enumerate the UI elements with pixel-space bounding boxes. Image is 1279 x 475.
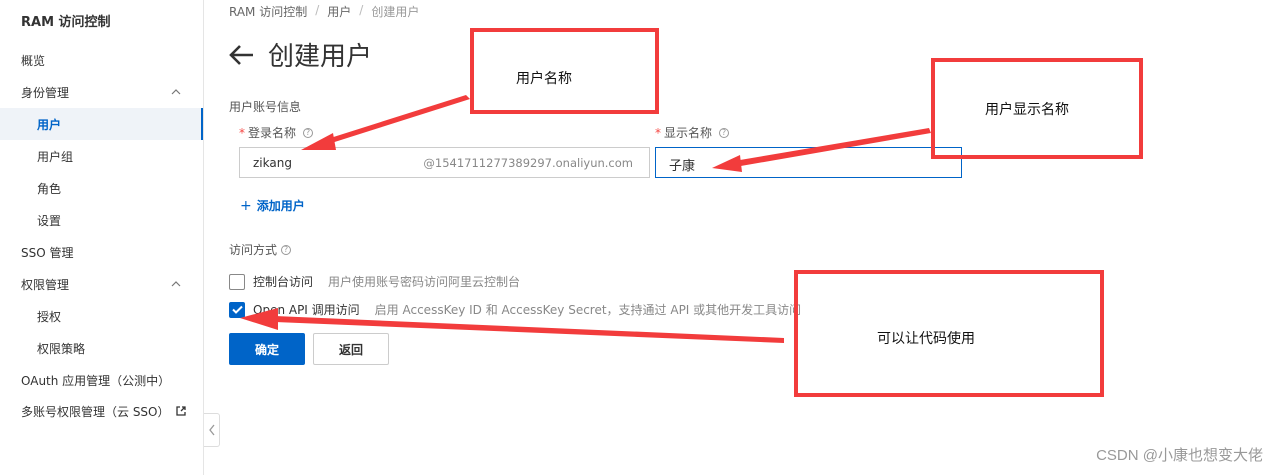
chevron-up-icon [171, 89, 181, 95]
sidebar-item-cloud-sso[interactable]: 多账号权限管理（云 SSO） [0, 395, 203, 427]
sidebar-item-settings[interactable]: 设置 [0, 204, 203, 236]
display-name-value: 子康 [669, 159, 696, 174]
sidebar-item-users[interactable]: 用户 [0, 108, 203, 140]
sidebar-item-label: 授权 [37, 309, 62, 324]
section-account-info: 用户账号信息 [229, 100, 302, 114]
api-access-option[interactable]: Open API 调用访问 启用 AccessKey ID 和 AccessKe… [229, 301, 801, 318]
sidebar-item-roles[interactable]: 角色 [0, 172, 203, 204]
sidebar-title: RAM 访问控制 [21, 15, 111, 30]
console-access-desc: 用户使用账号密码访问阿里云控制台 [328, 275, 521, 289]
annotation-text-username: 用户名称 [516, 71, 572, 87]
sidebar-item-label: 身份管理 [21, 85, 70, 100]
check-icon [231, 305, 243, 314]
sidebar-item-policies[interactable]: 权限策略 [0, 332, 203, 364]
breadcrumb-item[interactable]: 用户 [327, 3, 351, 20]
watermark: CSDN @小康也想变大佬 [1096, 447, 1263, 464]
section-access-method: 访问方式? [229, 241, 292, 258]
sidebar-item-label: 用户组 [37, 149, 74, 164]
chevron-left-icon [208, 424, 215, 436]
annotation-text-display-name: 用户显示名称 [985, 102, 1069, 118]
display-name-input[interactable]: 子康 [655, 147, 962, 178]
plus-icon: + [240, 197, 252, 214]
sidebar-item-label: 设置 [37, 213, 62, 228]
login-name-input[interactable]: zikang @1541711277389297.onaliyun.com [239, 147, 650, 178]
annotation-text-api: 可以让代码使用 [877, 331, 975, 347]
sidebar-item-label: 权限管理 [21, 277, 70, 292]
sidebar-item-label: 权限策略 [37, 341, 86, 356]
help-icon[interactable]: ? [281, 244, 292, 255]
sidebar: RAM 访问控制 概览 身份管理 用户 用户组 角色 设置 SSO 管理 权限管… [0, 0, 204, 475]
sidebar-item-label: 角色 [37, 181, 62, 196]
console-access-label: 控制台访问 [253, 275, 314, 289]
display-name-label: * 显示名称? [655, 124, 730, 141]
page-title: 创建用户 [268, 42, 373, 72]
help-icon[interactable]: ? [303, 127, 314, 138]
sidebar-item-grants[interactable]: 授权 [0, 300, 203, 332]
login-domain-suffix: @1541711277389297.onaliyun.com [423, 156, 633, 170]
help-icon[interactable]: ? [719, 127, 730, 138]
sidebar-item-label: 多账号权限管理（云 SSO） [21, 404, 170, 419]
api-access-label: Open API 调用访问 [253, 303, 360, 317]
sidebar-item-user-groups[interactable]: 用户组 [0, 140, 203, 172]
external-link-icon [175, 406, 186, 416]
back-arrow-icon[interactable] [229, 43, 255, 67]
sidebar-item-identity[interactable]: 身份管理 [0, 76, 203, 108]
api-access-desc: 启用 AccessKey ID 和 AccessKey Secret，支持通过 … [374, 303, 802, 317]
confirm-button[interactable]: 确定 [229, 333, 305, 365]
breadcrumb: RAM 访问控制 / 用户 / 创建用户 [229, 3, 420, 20]
sidebar-item-sso[interactable]: SSO 管理 [0, 236, 203, 268]
sidebar-item-permissions[interactable]: 权限管理 [0, 268, 203, 300]
breadcrumb-current: 创建用户 [371, 5, 420, 19]
sidebar-item-label: 用户 [37, 117, 62, 132]
sidebar-item-oauth[interactable]: OAuth 应用管理（公测中） [0, 364, 203, 396]
sidebar-item-label: SSO 管理 [21, 245, 74, 260]
sidebar-collapse-button[interactable] [204, 413, 220, 447]
sidebar-item-label: OAuth 应用管理（公测中） [21, 373, 171, 388]
console-access-checkbox[interactable] [229, 273, 245, 290]
sidebar-item-overview[interactable]: 概览 [0, 44, 203, 76]
chevron-up-icon [171, 281, 181, 287]
sidebar-item-label: 概览 [21, 53, 46, 68]
console-access-option[interactable]: 控制台访问 用户使用账号密码访问阿里云控制台 [229, 273, 520, 290]
api-access-checkbox[interactable] [229, 301, 245, 318]
add-user-button[interactable]: + 添加用户 [240, 197, 305, 214]
breadcrumb-item[interactable]: RAM 访问控制 [229, 3, 307, 20]
annotation-arrow-icon [322, 95, 470, 146]
back-button[interactable]: 返回 [313, 333, 389, 365]
login-name-value: zikang [253, 156, 292, 170]
login-name-label: * 登录名称? [239, 124, 314, 141]
